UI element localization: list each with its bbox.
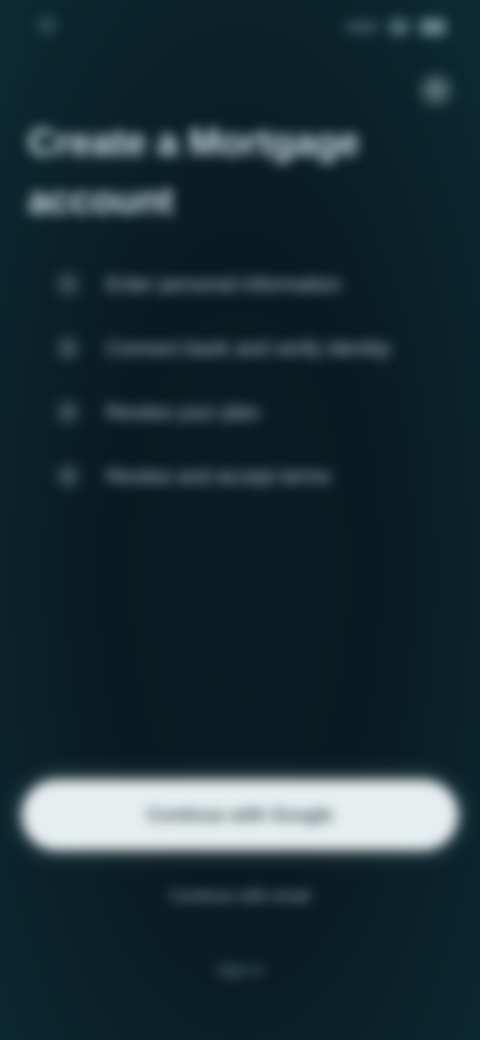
continue-google-button[interactable]: Continue with Google [22,780,458,850]
step-number: 1 [56,272,80,296]
status-right [346,18,446,36]
close-icon: ✕ [428,79,444,100]
step-text: Enter personal information [106,274,341,296]
list-item: 1 Enter personal information [56,270,416,300]
status-left [38,16,66,34]
close-button[interactable]: ✕ [420,74,452,106]
continue-email-link[interactable]: Continue with email [0,888,480,906]
step-text: Review and accept terms [106,466,331,488]
blurred-screen: ✕ Create a Mortgage account 1 Enter pers… [0,0,480,1040]
list-item: 4 Review and accept terms [56,462,416,492]
page-title: Create a Mortgage account [28,122,360,222]
list-item: 2 Connect bank and verify identity [56,334,416,364]
wifi-icon [388,18,410,36]
list-item: 3 Review your plan [56,398,416,428]
step-text: Review your plan [106,402,260,424]
battery-icon [420,19,446,35]
steps-list: 1 Enter personal information 2 Connect b… [56,270,416,526]
step-number: 2 [56,336,80,360]
signal-icon [346,22,378,32]
sign-in-link[interactable]: Sign in [0,962,480,979]
app-icon [38,16,56,34]
step-number: 4 [56,464,80,488]
status-bar [0,0,480,60]
step-text: Connect bank and verify identity [106,338,391,360]
step-number: 3 [56,400,80,424]
